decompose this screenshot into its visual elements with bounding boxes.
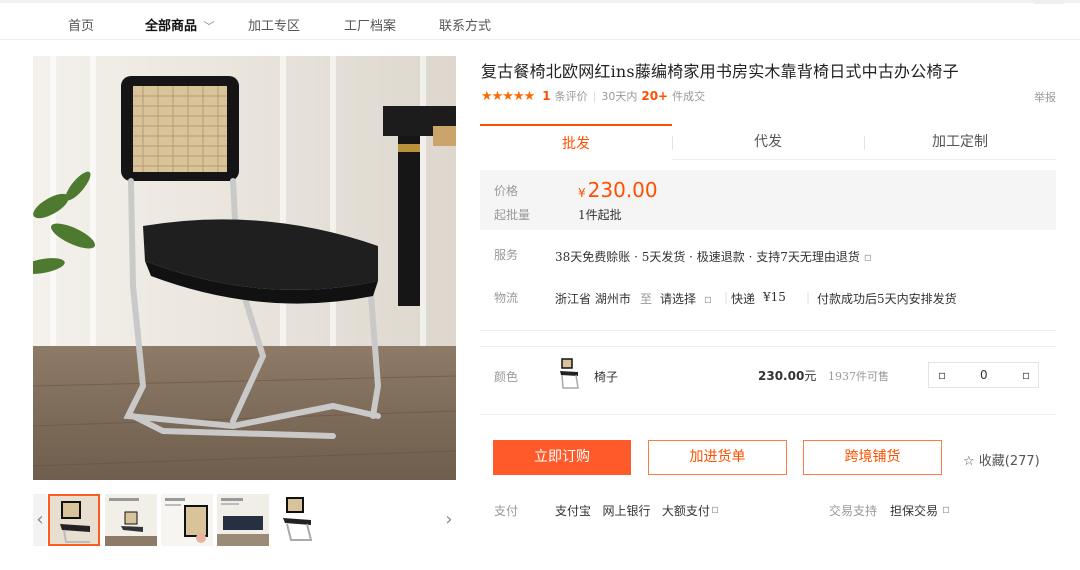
thumbnail-2[interactable] — [105, 494, 157, 546]
buy-now-button[interactable]: 立即订购 — [493, 440, 631, 475]
nav-processing[interactable]: 加工专区 — [248, 15, 300, 34]
sales-period: 30天内 — [601, 90, 638, 103]
variant-name: 椅子 — [594, 370, 619, 384]
report-link[interactable]: 举报 — [1034, 89, 1056, 105]
tab-custom-processing[interactable]: 加工定制 — [864, 124, 1056, 160]
variant-price-amount: 230.00 — [758, 369, 805, 383]
color-label: 颜色 — [494, 370, 519, 384]
qty-plus-button[interactable]: ▫ — [1022, 368, 1030, 382]
qty-input[interactable]: 0 — [980, 368, 988, 382]
thumbnail-1[interactable] — [48, 494, 100, 546]
express-label: 快递 — [731, 292, 756, 306]
shipping-note: 付款成功后5天内安排发货 — [817, 292, 957, 306]
tab-dropship[interactable]: 代发 — [672, 124, 864, 160]
star-rating-icon: ★★★★★ — [481, 88, 535, 104]
moq-value: 1件起批 — [578, 208, 622, 222]
chair-photo — [33, 56, 456, 480]
section-divider — [480, 330, 1056, 331]
nav-contact[interactable]: 联系方式 — [439, 15, 491, 34]
cross-border-button[interactable]: 跨境铺货 — [803, 440, 942, 475]
nav-all-products[interactable]: 全部商品 ﹀ — [145, 15, 215, 34]
chevron-down-icon: ﹀ — [203, 20, 215, 33]
section-divider — [480, 414, 1056, 415]
destination-select[interactable]: 请选择 ▫ — [660, 290, 712, 307]
price-amount: 230.00 — [587, 178, 658, 202]
logistics-to: 至 — [640, 292, 653, 306]
variant-thumbnail[interactable] — [556, 358, 582, 390]
currency-symbol: ¥ — [578, 186, 586, 200]
payment-label: 支付 — [494, 504, 519, 518]
price-label: 价格 — [494, 184, 519, 198]
tab-wholesale[interactable]: 批发 — [480, 124, 672, 160]
main-product-image[interactable] — [33, 56, 456, 480]
payment-methods: 支付宝 网上银行 大额支付 — [555, 504, 710, 518]
info-icon[interactable]: ▫ — [864, 250, 872, 264]
divider: | — [592, 89, 597, 103]
nav-factory[interactable]: 工厂档案 — [344, 15, 396, 34]
nav-all-products-label: 全部商品 — [145, 19, 198, 34]
thumb-next-arrow[interactable]: › — [442, 494, 456, 546]
quantity-stepper: ▫ 0 ▫ — [928, 362, 1039, 388]
top-nav: 首页 全部商品 ﹀ 加工专区 工厂档案 联系方式 — [0, 0, 1080, 40]
thumbnail-5[interactable] — [273, 494, 325, 546]
rating-row: ★★★★★ 1 条评价 | 30天内 20+ 件成交 — [481, 88, 705, 104]
nav-home[interactable]: 首页 — [68, 15, 94, 34]
purchase-mode-tabs: 批发 代发 加工定制 — [480, 124, 1056, 160]
favorite-label: 收藏(277) — [978, 454, 1040, 469]
destination-value: 请选择 — [660, 292, 697, 306]
variant-price-unit: 元 — [804, 369, 817, 383]
thumbnail-3[interactable] — [161, 494, 213, 546]
trade-support-value: 担保交易 — [890, 504, 939, 518]
product-title: 复古餐椅北欧网红ins藤编椅家用书房实木靠背椅日式中古办公椅子 — [481, 62, 959, 81]
sales-count: 20+ — [641, 89, 669, 103]
info-icon[interactable]: ▫ — [942, 502, 950, 516]
moq-label: 起批量 — [494, 208, 531, 222]
service-text-content: 38天免费赊账 · 5天发货 · 极速退款 · 支持7天无理由退货 — [555, 250, 860, 264]
variant-price: 230.00元 — [758, 367, 816, 384]
variant-stock: 1937件可售 — [828, 370, 889, 383]
section-divider — [480, 346, 1056, 347]
qty-minus-button[interactable]: ▫ — [938, 368, 946, 382]
divider: | — [724, 290, 729, 304]
thumbnail-4[interactable] — [217, 494, 269, 546]
thumbnail-strip: ‹ › — [33, 494, 456, 546]
divider: | — [806, 290, 811, 304]
add-to-cart-button[interactable]: 加进货单 — [648, 440, 787, 475]
review-label[interactable]: 条评价 — [555, 88, 588, 104]
shipping-fee: ¥15 — [763, 290, 786, 304]
sales-label: 件成交 — [672, 90, 706, 103]
price-box: 价格 ¥230.00 起批量 1件起批 — [480, 170, 1056, 230]
trade-support-label: 交易支持 — [829, 504, 878, 518]
service-label: 服务 — [494, 248, 519, 262]
star-icon: ☆ — [963, 454, 975, 469]
thumb-prev-arrow[interactable]: ‹ — [33, 494, 47, 546]
favorite-button[interactable]: ☆ 收藏(277) — [963, 450, 1040, 469]
logistics-origin: 浙江省 湖州市 — [555, 292, 631, 306]
info-icon[interactable]: ▫ — [711, 502, 719, 516]
logistics-label: 物流 — [494, 291, 519, 305]
dropdown-icon: ▫ — [703, 292, 712, 306]
price-value: ¥230.00 — [578, 178, 658, 202]
nav-corner-decoration — [1034, 0, 1064, 4]
service-text: 38天免费赊账 · 5天发货 · 极速退款 · 支持7天无理由退货 ▫ — [555, 248, 872, 265]
review-count[interactable]: 1 — [542, 89, 550, 103]
